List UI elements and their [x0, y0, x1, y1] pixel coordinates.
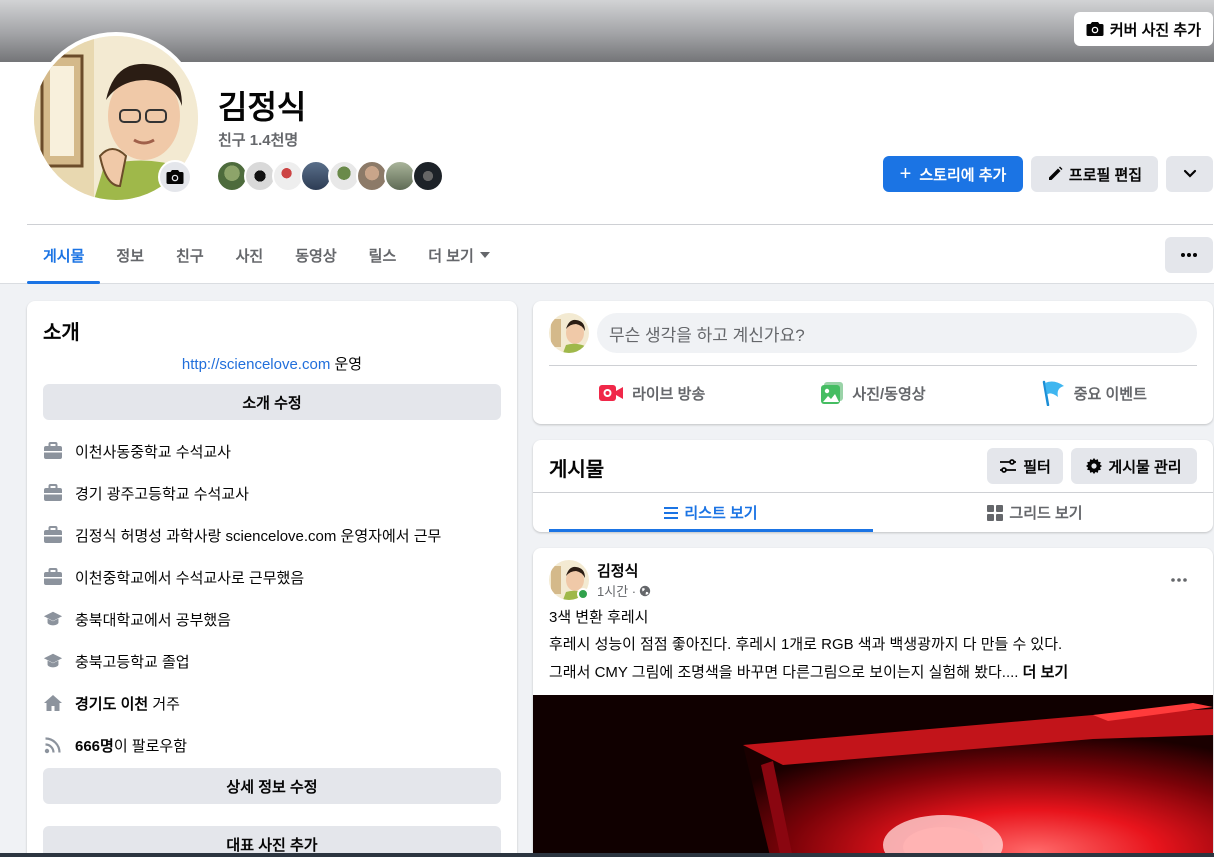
composer-divider	[549, 365, 1197, 366]
add-to-story-button[interactable]: + 스토리에 추가	[883, 156, 1023, 192]
live-video-icon	[599, 385, 624, 401]
intro-item-education: 충북대학교에서 공부했음	[43, 607, 231, 631]
bio-link[interactable]: http://sciencelove.com	[182, 356, 330, 373]
filter-icon	[1000, 459, 1017, 473]
post-timestamp[interactable]: 1시간 ·	[597, 581, 651, 600]
list-view-tab[interactable]: 리스트 보기	[549, 493, 873, 532]
ellipsis-icon	[1181, 253, 1197, 257]
residence-bold: 경기도 이천	[75, 695, 149, 713]
home-icon	[43, 693, 63, 713]
edit-profile-button[interactable]: 프로필 편집	[1031, 156, 1158, 192]
profile-tabs: 게시물 정보 친구 사진 동영상 릴스 더 보기	[27, 226, 506, 284]
tab-reels[interactable]: 릴스	[353, 226, 413, 284]
intro-item-work: 이천사동중학교 수석교사	[43, 439, 231, 463]
profile-options-dropdown[interactable]	[1166, 156, 1213, 192]
see-more-link[interactable]: 더 보기	[1023, 664, 1069, 681]
tab-videos[interactable]: 동영상	[279, 226, 352, 284]
post-text-line: 3색 변환 후레시	[549, 609, 649, 626]
plus-icon: +	[899, 163, 912, 185]
more-options-button[interactable]	[1165, 237, 1213, 273]
post-author-name[interactable]: 김정식	[597, 560, 638, 581]
ellipsis-icon	[1171, 578, 1187, 582]
edit-details-button[interactable]: 상세 정보 수정	[43, 768, 501, 804]
list-icon	[664, 506, 679, 519]
profile-name: 김정식	[218, 89, 307, 125]
bio-suffix: 운영	[330, 356, 363, 373]
composer-avatar[interactable]	[549, 313, 589, 353]
filter-button[interactable]: 필터	[987, 448, 1063, 484]
post-text-line: 그래서 CMY 그림에 조명색을 바꾸면 다른그림으로 보이는지 실험해 봤다.…	[549, 664, 1069, 681]
post-image[interactable]	[533, 695, 1213, 857]
briefcase-icon	[43, 483, 63, 503]
live-video-button[interactable]: 라이브 방송	[541, 373, 762, 413]
tab-more[interactable]: 더 보기	[412, 226, 506, 284]
grid-view-tab[interactable]: 그리드 보기	[873, 493, 1197, 532]
tab-friends[interactable]: 친구	[160, 226, 220, 284]
header-divider	[27, 224, 1213, 225]
add-cover-photo-button[interactable]: 커버 사진 추가	[1073, 12, 1213, 46]
briefcase-icon	[43, 567, 63, 587]
post-composer: 무슨 생각을 하고 계신가요? 라이브 방송 사진/동영상 중요 이벤트	[533, 301, 1213, 424]
friend-avatars	[216, 160, 444, 192]
intro-item-followers: 666명이 팔로우함	[43, 733, 187, 757]
online-status-dot	[577, 588, 589, 600]
tab-about[interactable]: 정보	[100, 226, 160, 284]
graduation-cap-icon	[43, 609, 63, 629]
profile-page: 커버 사진 추가 김정식 친구 1.4천명 + 스토리에 추가 프로필 편집 게…	[0, 0, 1214, 857]
edit-bio-button[interactable]: 소개 수정	[43, 384, 501, 420]
profile-header: 커버 사진 추가 김정식 친구 1.4천명 + 스토리에 추가 프로필 편집 게…	[0, 0, 1214, 284]
globe-icon	[639, 585, 651, 596]
intro-title: 소개	[43, 322, 80, 344]
graduation-cap-icon	[43, 651, 63, 671]
cover-photo: 커버 사진 추가	[0, 0, 1214, 62]
intro-card: 소개 http://sciencelove.com 운영 소개 수정 이천사동중…	[27, 301, 517, 857]
post-options-button[interactable]	[1161, 562, 1197, 598]
grid-icon	[987, 504, 1004, 521]
bottom-bar	[0, 853, 1214, 857]
photo-video-icon	[821, 382, 844, 404]
pencil-icon	[1048, 166, 1063, 180]
posts-title: 게시물	[549, 459, 605, 481]
manage-posts-button[interactable]: 게시물 관리	[1071, 448, 1197, 484]
chevron-down-icon	[1183, 169, 1196, 178]
followers-bold: 666명	[75, 737, 114, 755]
intro-item-residence: 경기도 이천 거주	[43, 691, 180, 715]
tab-photos[interactable]: 사진	[220, 226, 280, 284]
add-cover-photo-label: 커버 사진 추가	[1109, 21, 1201, 39]
friend-count-link[interactable]: 친구 1.4천명	[218, 129, 298, 150]
composer-input[interactable]: 무슨 생각을 하고 계신가요?	[597, 313, 1197, 353]
edit-profile-label: 프로필 편집	[1068, 166, 1143, 184]
friend-avatar[interactable]	[412, 160, 444, 192]
intro-item-work: 이천중학교에서 수석교사로 근무했음	[43, 565, 304, 589]
intro-item-work: 김정식 허명성 과학사랑 sciencelove.com 운영자에서 근무	[43, 523, 441, 547]
intro-item-education: 충북고등학교 졸업	[43, 649, 190, 673]
post-text-line: 후레시 성능이 점점 좋아진다. 후레시 1개로 RGB 색과 백생광까지 다 …	[549, 636, 1063, 653]
photo-video-button[interactable]: 사진/동영상	[762, 373, 983, 413]
gear-icon	[1086, 458, 1103, 474]
caret-down-icon	[479, 252, 490, 258]
update-profile-picture-button[interactable]	[158, 160, 192, 194]
rss-icon	[43, 735, 63, 755]
life-event-button[interactable]: 중요 이벤트	[984, 373, 1205, 413]
camera-icon	[166, 170, 184, 184]
briefcase-icon	[43, 525, 63, 545]
flag-icon	[1042, 380, 1064, 406]
camera-icon	[1086, 22, 1104, 36]
tab-posts[interactable]: 게시물	[27, 226, 101, 284]
post-card: 김정식 1시간 · 3색 변환 후레시 후레시 성능이 점점 좋아진다. 후레시…	[533, 548, 1213, 857]
intro-bio: http://sciencelove.com 운영	[27, 353, 517, 374]
briefcase-icon	[43, 441, 63, 461]
composer-actions: 라이브 방송 사진/동영상 중요 이벤트	[541, 373, 1205, 413]
add-to-story-label: 스토리에 추가	[919, 166, 1007, 184]
intro-item-work: 경기 광주고등학교 수석교사	[43, 481, 249, 505]
posts-header-card: 게시물 필터 게시물 관리 리스트 보기 그리드 보기	[533, 440, 1213, 532]
